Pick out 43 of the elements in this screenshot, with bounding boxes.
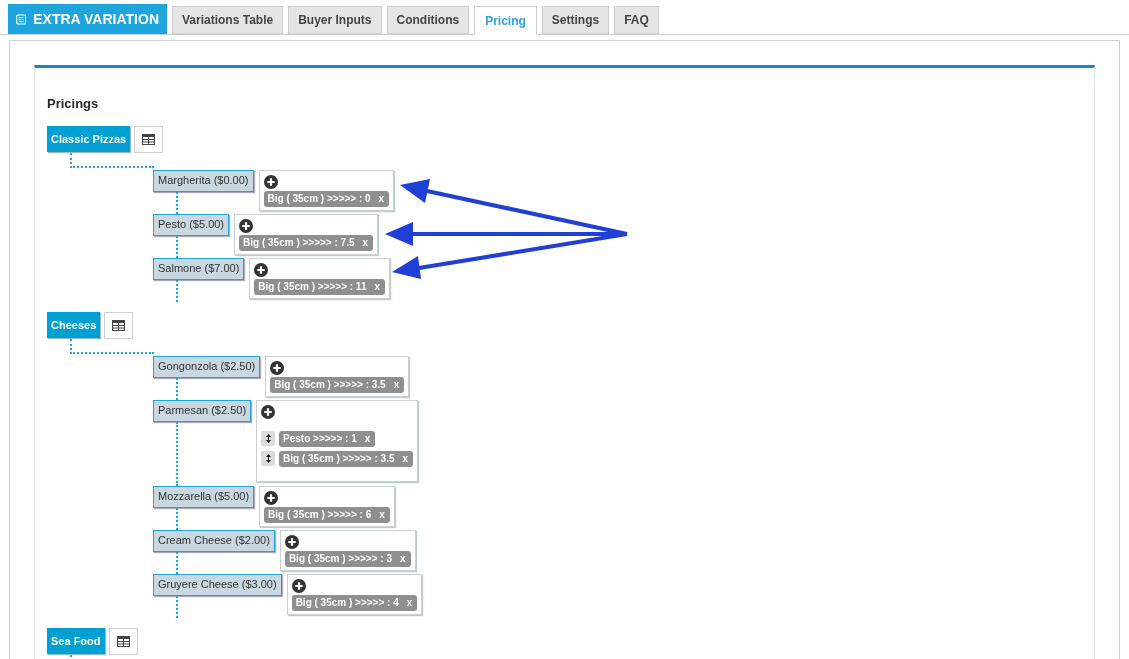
table-icon: [112, 319, 126, 331]
add-icon[interactable]: [261, 404, 276, 419]
drag-handle[interactable]: [261, 451, 276, 466]
add-icon[interactable]: [284, 534, 299, 549]
add-icon[interactable]: [239, 218, 254, 233]
item-label[interactable]: Salmone ($7.00): [153, 257, 245, 280]
price-rule-text: Big ( 35cm ) >>>>> : 4: [295, 596, 399, 610]
tab[interactable]: Buyer Inputs: [288, 6, 382, 34]
item-label[interactable]: Parmesan ($2.50): [153, 399, 252, 422]
tab[interactable]: Conditions: [386, 6, 470, 34]
tab[interactable]: Variations Table: [172, 6, 284, 34]
list-icon: [16, 11, 27, 27]
price-rule-text: Pesto >>>>> : 1: [283, 432, 357, 446]
table-view-button[interactable]: [108, 627, 138, 655]
price-rule-text: Big ( 35cm ) >>>>> : 3: [288, 552, 392, 566]
price-rule-text: Big ( 35cm ) >>>>> : 6: [268, 508, 372, 522]
price-rule-text: Big ( 35cm ) >>>>> : 11: [258, 280, 367, 294]
item-label[interactable]: Gruyere Cheese ($3.00): [153, 573, 282, 596]
table-view-button[interactable]: [104, 311, 134, 339]
add-icon[interactable]: [254, 262, 269, 277]
section-title: Pricings: [47, 95, 100, 113]
add-icon[interactable]: [270, 360, 285, 375]
price-rule-text: Big ( 35cm ) >>>>> : 7.5: [243, 236, 355, 250]
item-label[interactable]: Pesto ($5.00): [153, 213, 230, 236]
add-icon[interactable]: [263, 174, 278, 189]
plugin-title: EXTRA VARIATION: [33, 9, 159, 29]
price-rule-text: Big ( 35cm ) >>>>> : 0: [267, 192, 371, 206]
table-icon: [142, 133, 156, 145]
add-icon[interactable]: [264, 490, 279, 505]
price-rule-text: Big ( 35cm ) >>>>> : 3.5: [274, 378, 386, 392]
item-label[interactable]: Cream Cheese ($2.00): [153, 529, 275, 552]
item-label[interactable]: Margherita ($0.00): [153, 169, 254, 192]
tab[interactable]: Settings: [541, 6, 610, 34]
up-down-arrow-icon: [265, 434, 271, 443]
price-rule-text: Big ( 35cm ) >>>>> : 3.5: [283, 452, 395, 466]
item-label[interactable]: Mozzarella ($5.00): [153, 485, 255, 508]
drag-handle[interactable]: [261, 431, 276, 446]
up-down-arrow-icon: [265, 454, 271, 463]
item-label[interactable]: Gongonzola ($2.50): [153, 355, 261, 378]
add-icon[interactable]: [291, 578, 306, 593]
table-icon: [116, 635, 130, 647]
table-view-button[interactable]: [134, 125, 164, 153]
tab[interactable]: FAQ: [614, 6, 659, 34]
